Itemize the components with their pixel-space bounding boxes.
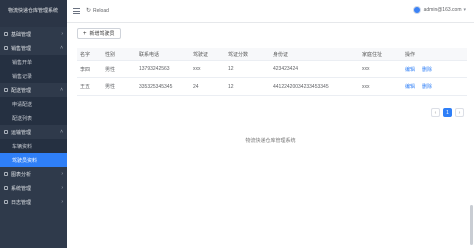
cell-phone: 13793242563 [139,66,170,72]
chevron-right-icon: › [61,199,63,205]
column-header[interactable]: 驾证分数 [228,51,273,58]
sidebar-group-label: 日志管理 [11,199,32,206]
main-content: + 新增驾驶员 名字 性别 联系电话 驾驶证 驾证分数 身份证 家庭住址 操作 … [67,23,474,248]
user-menu[interactable]: admin@163.com ▾ [412,6,466,14]
chart-icon [4,172,8,176]
sidebar-item-apply-delivery[interactable]: 申请配送 [0,97,67,111]
column-header[interactable]: 身份证 [273,51,362,58]
table-header: 名字 性别 联系电话 驾驶证 驾证分数 身份证 家庭住址 操作 [77,48,467,60]
menu-toggle-icon[interactable] [73,8,80,14]
cell-license: 24 [193,83,199,90]
cell-address: xxx [362,83,370,90]
sidebar-group-label: 图表分析 [11,171,32,178]
refresh-icon: ↻ [86,8,92,14]
table-row: 王五 男性 335325345345 24 12 441224200342334… [77,78,467,96]
drivers-table: 名字 性别 联系电话 驾驶证 驾证分数 身份证 家庭住址 操作 李四 男性 13… [77,48,467,96]
plus-icon: + [83,30,87,37]
sidebar: 物流快递仓库管理系统 基础管理 › 销售管理 ˄ 销售开单 销售记录 配送管理 … [0,0,67,248]
sidebar-group-system[interactable]: 系统管理 › [0,181,67,195]
column-header: 操作 [405,51,416,58]
truck-icon [4,88,8,92]
cell-id-card: 44122420034233453345 [273,83,329,90]
chevron-right-icon: › [61,171,63,177]
cell-id-card: 423423424 [273,66,299,72]
avatar [412,6,421,14]
sidebar-group-label: 系统管理 [11,185,32,192]
sidebar-item-sales-records[interactable]: 销售记录 [0,69,67,83]
chevron-down-icon: ▾ [463,7,466,13]
top-header: ↻ Reload admin@163.com ▾ [67,0,474,23]
log-icon [4,200,8,204]
column-header[interactable]: 名字 [77,51,105,58]
page-number-button[interactable]: 1 [443,108,452,117]
cell-name: 王五 [80,84,91,90]
sidebar-item-sales-order[interactable]: 销售开单 [0,55,67,69]
cell-score: 12 [228,83,234,90]
cell-actions: 编辑 删除 [405,66,467,73]
sidebar-group-label: 基础管理 [11,31,32,38]
column-header[interactable]: 家庭住址 [362,51,405,58]
cell-actions: 编辑 删除 [405,83,467,90]
chevron-up-icon: ˄ [60,87,63,93]
footer-text: 物流快递仓库管理系统 [245,138,296,144]
sidebar-group-transport[interactable]: 运输管理 ˄ [0,125,67,139]
app-title: 物流快递仓库管理系统 [0,0,67,27]
column-header[interactable]: 驾驶证 [193,51,228,58]
table-row: 李四 男性 13793242563 xxx 12 423423424 xxx 编… [77,60,467,78]
chevron-right-icon: › [61,185,63,191]
pagination: ‹ 1 › [431,108,464,117]
chevron-right-icon: › [61,31,63,37]
sidebar-group-label: 配送管理 [11,87,32,94]
cell-score: 12 [228,66,234,72]
cell-gender: 男性 [105,66,116,73]
cell-phone: 335325345345 [139,83,173,90]
cell-name: 李四 [80,66,91,73]
home-icon [4,32,8,36]
cell-address: xxx [362,66,370,72]
gear-icon [4,186,8,190]
delete-link[interactable]: 删除 [422,66,432,73]
sidebar-group-label: 销售管理 [11,45,32,52]
sidebar-group-charts[interactable]: 图表分析 › [0,167,67,181]
cell-license: xxx [193,66,201,72]
add-driver-button[interactable]: + 新增驾驶员 [77,28,121,39]
sidebar-group-delivery[interactable]: 配送管理 ˄ [0,83,67,97]
scrollbar[interactable] [470,205,473,245]
sidebar-item-drivers[interactable]: 驾驶员资料 [0,153,67,167]
sidebar-group-sales[interactable]: 销售管理 ˄ [0,41,67,55]
edit-link[interactable]: 编辑 [405,66,415,73]
sidebar-group-logs[interactable]: 日志管理 › [0,195,67,209]
reload-label: Reload [93,7,109,14]
column-header[interactable]: 联系电话 [139,51,193,58]
edit-link[interactable]: 编辑 [405,83,415,90]
sidebar-group-label: 运输管理 [11,129,32,136]
chevron-up-icon: ˄ [60,129,63,135]
cart-icon [4,46,8,50]
transport-icon [4,130,8,134]
next-page-button[interactable]: › [455,108,464,117]
sidebar-item-vehicles[interactable]: 车辆资料 [0,139,67,153]
cell-gender: 男性 [105,84,116,90]
sidebar-group-basic[interactable]: 基础管理 › [0,27,67,41]
chevron-up-icon: ˄ [60,45,63,51]
sidebar-item-delivery-list[interactable]: 配送列表 [0,111,67,125]
user-email: admin@163.com [423,7,462,13]
column-header[interactable]: 性别 [105,51,139,58]
add-driver-label: 新增驾驶员 [89,31,115,37]
delete-link[interactable]: 删除 [422,83,432,90]
prev-page-button[interactable]: ‹ [431,108,440,117]
reload-button[interactable]: ↻ Reload [86,7,109,15]
